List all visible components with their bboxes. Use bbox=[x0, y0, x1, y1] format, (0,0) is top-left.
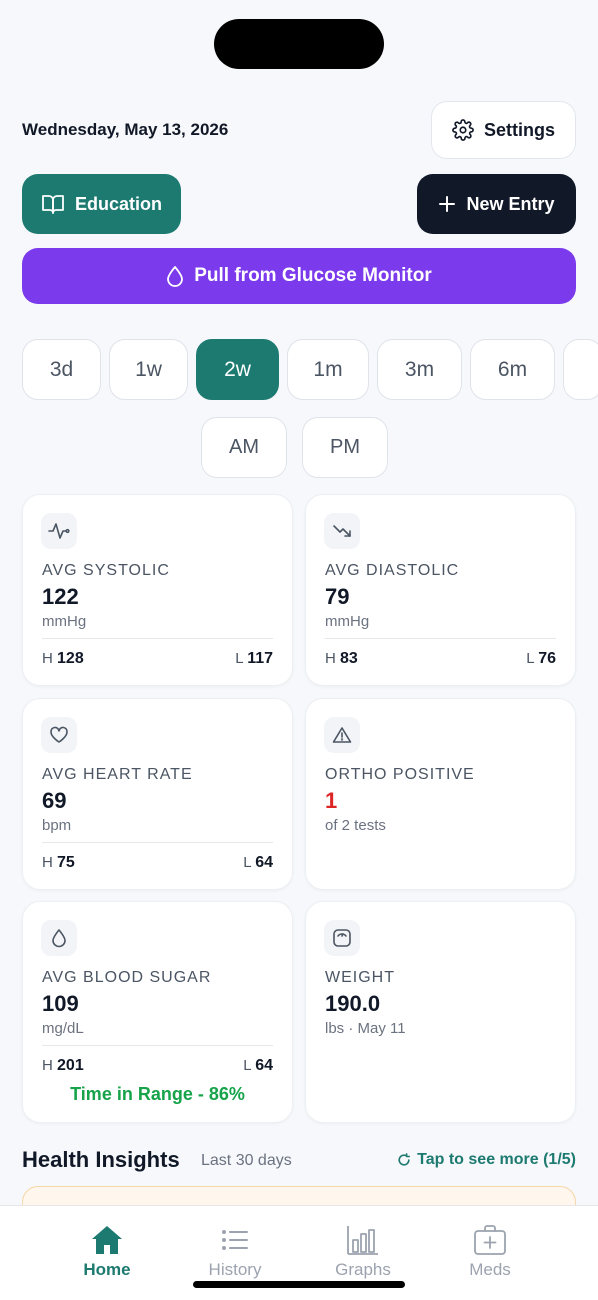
card-label: AVG HEART RATE bbox=[42, 766, 193, 783]
tap-to-see-more-link[interactable]: Tap to see more (1/5) bbox=[397, 1151, 576, 1169]
period-pm[interactable]: PM bbox=[302, 417, 388, 478]
card-value: 122 bbox=[42, 584, 79, 609]
card-unit: bpm bbox=[42, 817, 72, 834]
health-insights-title: Health Insights bbox=[22, 1147, 180, 1172]
list-icon bbox=[219, 1224, 251, 1256]
card-value: 109 bbox=[42, 991, 79, 1016]
education-button[interactable]: Education bbox=[22, 174, 181, 234]
card-ortho-positive[interactable]: ORTHO POSITIVE 1 of 2 tests bbox=[305, 698, 576, 890]
bar-chart-icon bbox=[346, 1224, 380, 1256]
droplet-icon bbox=[166, 265, 184, 287]
card-weight[interactable]: WEIGHT 190.0 lbs · May 11 bbox=[305, 901, 576, 1123]
book-icon bbox=[41, 193, 65, 215]
new-entry-label: New Entry bbox=[466, 193, 555, 214]
card-value: 1 bbox=[325, 788, 338, 813]
home-indicator bbox=[193, 1281, 405, 1288]
heart-icon bbox=[41, 717, 77, 753]
divider bbox=[42, 638, 273, 639]
tab-meds-label: Meds bbox=[469, 1260, 511, 1279]
pull-glucose-label: Pull from Glucose Monitor bbox=[194, 265, 432, 286]
range-3m[interactable]: 3m bbox=[377, 339, 462, 400]
period-am[interactable]: AM bbox=[201, 417, 287, 478]
plus-icon bbox=[438, 195, 456, 213]
pull-glucose-button[interactable]: Pull from Glucose Monitor bbox=[22, 248, 576, 304]
card-label: AVG SYSTOLIC bbox=[42, 562, 170, 579]
card-unit: lbs · May 11 bbox=[325, 1020, 406, 1037]
current-date: Wednesday, May 13, 2026 bbox=[22, 120, 229, 139]
scale-icon bbox=[324, 920, 360, 956]
tab-home-label: Home bbox=[83, 1260, 131, 1279]
trending-down-icon bbox=[324, 513, 360, 549]
divider bbox=[42, 1045, 273, 1046]
card-value: 79 bbox=[325, 584, 350, 609]
card-label: WEIGHT bbox=[325, 969, 395, 986]
tab-history[interactable]: History bbox=[180, 1224, 290, 1280]
divider bbox=[42, 842, 273, 843]
card-label: AVG DIASTOLIC bbox=[325, 562, 460, 579]
health-insights-subtitle: Last 30 days bbox=[201, 1152, 292, 1169]
range-more-clipped[interactable] bbox=[563, 339, 598, 400]
refresh-icon bbox=[397, 1153, 411, 1167]
card-label: AVG BLOOD SUGAR bbox=[42, 969, 212, 986]
home-icon bbox=[90, 1224, 124, 1256]
high-value: H 128 bbox=[42, 650, 84, 667]
high-value: H 75 bbox=[42, 854, 75, 871]
gear-icon bbox=[452, 119, 474, 141]
dynamic-island bbox=[214, 19, 384, 69]
high-value: H 83 bbox=[325, 650, 358, 667]
range-1m[interactable]: 1m bbox=[287, 339, 369, 400]
divider bbox=[325, 638, 556, 639]
warning-triangle-icon bbox=[324, 717, 360, 753]
droplet-icon bbox=[41, 920, 77, 956]
card-value: 69 bbox=[42, 788, 67, 813]
low-value: L 76 bbox=[526, 650, 556, 667]
range-1w[interactable]: 1w bbox=[109, 339, 188, 400]
card-unit: mmHg bbox=[325, 613, 370, 630]
time-in-range: Time in Range - 86% bbox=[70, 1084, 245, 1104]
medkit-icon bbox=[473, 1224, 507, 1256]
card-unit: mg/dL bbox=[42, 1020, 84, 1037]
settings-label: Settings bbox=[483, 119, 555, 140]
card-value: 190.0 bbox=[325, 991, 381, 1016]
low-value: L 64 bbox=[243, 854, 273, 871]
education-label: Education bbox=[74, 193, 162, 214]
tab-graphs[interactable]: Graphs bbox=[308, 1224, 418, 1280]
range-2w[interactable]: 2w bbox=[196, 339, 279, 400]
tab-home[interactable]: Home bbox=[52, 1224, 162, 1280]
tab-meds[interactable]: Meds bbox=[435, 1224, 545, 1280]
settings-button[interactable]: Settings bbox=[431, 101, 576, 159]
range-6m[interactable]: 6m bbox=[470, 339, 555, 400]
card-avg-systolic[interactable]: AVG SYSTOLIC 122 mmHg H 128 L 117 bbox=[22, 494, 293, 686]
tap-to-see-more-label: Tap to see more (1/5) bbox=[417, 1151, 576, 1168]
low-value: L 64 bbox=[243, 1057, 273, 1074]
tab-graphs-label: Graphs bbox=[335, 1260, 391, 1279]
low-value: L 117 bbox=[235, 650, 273, 667]
activity-icon bbox=[41, 513, 77, 549]
card-avg-blood-sugar[interactable]: AVG BLOOD SUGAR 109 mg/dL H 201 L 64 Tim… bbox=[22, 901, 293, 1123]
card-unit: of 2 tests bbox=[325, 817, 386, 834]
card-avg-diastolic[interactable]: AVG DIASTOLIC 79 mmHg H 83 L 76 bbox=[305, 494, 576, 686]
high-value: H 201 bbox=[42, 1057, 84, 1074]
range-3d[interactable]: 3d bbox=[22, 339, 101, 400]
card-avg-heart-rate[interactable]: AVG HEART RATE 69 bpm H 75 L 64 bbox=[22, 698, 293, 890]
card-unit: mmHg bbox=[42, 613, 87, 630]
card-label: ORTHO POSITIVE bbox=[325, 766, 475, 783]
tab-history-label: History bbox=[208, 1260, 262, 1279]
new-entry-button[interactable]: New Entry bbox=[417, 174, 576, 234]
